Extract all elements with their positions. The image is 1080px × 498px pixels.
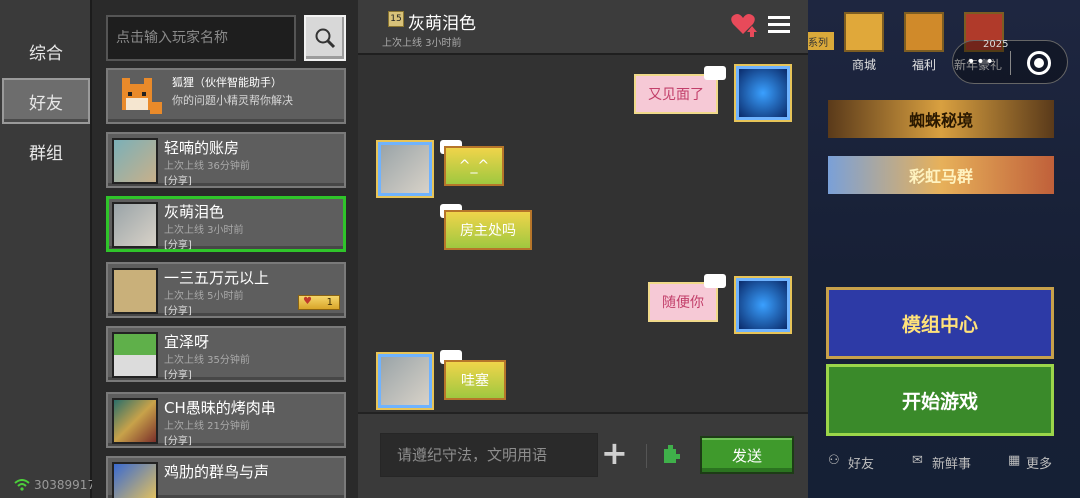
- friend-share: [分享]: [164, 370, 192, 381]
- friend-status: 上次上线 3小时前: [164, 225, 244, 236]
- send-button[interactable]: 发送: [700, 436, 794, 474]
- intimacy-button[interactable]: [730, 12, 760, 38]
- chat-input[interactable]: [381, 434, 597, 476]
- level-badge: 15: [388, 11, 404, 27]
- heart-icon: ♥: [303, 296, 312, 307]
- friend-name: 灰萌泪色: [164, 203, 225, 221]
- chat-message-incoming: 哇塞: [444, 360, 506, 400]
- friend-name: 一三五万元以上: [164, 269, 270, 287]
- search-button[interactable]: [304, 15, 346, 61]
- tab-friends[interactable]: 好友: [848, 453, 874, 472]
- category-sidebar: 综合 好友 群组 3038991785: [0, 0, 110, 498]
- friend-share: [分享]: [164, 240, 192, 251]
- friend-name: 鸡肋的群鸟与声: [164, 463, 270, 481]
- gift-icon[interactable]: [904, 12, 944, 52]
- friend-item-selected[interactable]: 灰萌泪色 上次上线 3小时前 [分享]: [106, 196, 346, 252]
- friend-item[interactable]: CH愚昧的烤肉串 上次上线 21分钟前 [分享]: [106, 392, 346, 448]
- heart-icon: [731, 14, 757, 37]
- gift-badge: ♥ 1: [298, 295, 340, 310]
- series-tag: 系列: [808, 32, 834, 50]
- nav-item-friends[interactable]: 好友: [2, 78, 90, 124]
- close-target-icon[interactable]: [1027, 51, 1051, 75]
- player-search-box: [106, 15, 296, 61]
- divider: [646, 444, 647, 468]
- friend-name: CH愚昧的烤肉串: [164, 399, 276, 417]
- start-game-button[interactable]: 开始游戏: [826, 364, 1054, 436]
- friends-tab-icon: ⚇: [828, 453, 840, 468]
- menu-button[interactable]: [768, 16, 790, 36]
- game-background-pane: 系列 商城 福利 新年豪礼 2025 ••• 蜘蛛秘境 彩虹马群 模组中心 开始…: [808, 0, 1080, 498]
- friend-status: 上次上线 36分钟前: [164, 161, 250, 172]
- chat-message-outgoing: 随便你: [648, 282, 718, 322]
- my-avatar: [736, 278, 790, 332]
- shop-icon[interactable]: [844, 12, 884, 52]
- chat-subtitle: 上次上线 3小时前: [382, 38, 462, 49]
- friend-status: 上次上线 21分钟前: [164, 421, 250, 432]
- friend-name: 轻喃的账房: [164, 139, 240, 157]
- chat-message-outgoing: 又见面了: [634, 74, 718, 114]
- chat-input-box: [380, 433, 598, 477]
- assistant-name: 狐狸（伙伴智能助手）: [172, 76, 282, 89]
- add-attachment-button[interactable]: +: [601, 437, 628, 469]
- chat-panel: 15 灰萌泪色 上次上线 3小时前 又见面了 ^_^ 房主处吗 随便你 哇塞 +…: [358, 0, 808, 498]
- nav-item-groups[interactable]: 群组: [2, 128, 90, 174]
- friend-avatar: [112, 268, 158, 314]
- more-options-icon[interactable]: •••: [967, 54, 995, 70]
- year-badge: 2025: [983, 39, 1009, 50]
- fox-avatar: [114, 74, 164, 120]
- friend-avatar: [112, 202, 158, 248]
- friend-avatar: [112, 332, 158, 378]
- puzzle-icon: [664, 445, 680, 463]
- friend-avatar: [112, 138, 158, 184]
- friends-panel: 狐狸（伙伴智能助手） 你的问题小精灵帮你解决 轻喃的账房 上次上线 36分钟前 …: [92, 0, 358, 498]
- wifi-icon: [14, 479, 30, 491]
- player-search-input[interactable]: [108, 17, 294, 59]
- nav-item-comprehensive[interactable]: 综合: [2, 28, 90, 74]
- shop-label: 商城: [852, 58, 877, 72]
- friend-share: [分享]: [164, 176, 192, 187]
- unicorn-decoration-icon: [704, 274, 726, 288]
- mod-center-button[interactable]: 模组中心: [826, 287, 1054, 359]
- friend-name: 宜泽呀: [164, 333, 210, 351]
- chat-input-bar: + 发送: [358, 412, 808, 498]
- bottom-tab-bar: ⚇ 好友 ✉ 新鲜事 ▦ 更多: [808, 445, 1080, 479]
- my-avatar: [736, 66, 790, 120]
- unicorn-decoration-icon: [704, 66, 726, 80]
- search-icon: [315, 28, 336, 49]
- friend-item[interactable]: 鸡肋的群鸟与声: [106, 456, 346, 498]
- friend-avatar: [112, 398, 158, 444]
- grid-icon: ▦: [1008, 453, 1021, 468]
- chat-message-incoming: ^_^: [444, 146, 504, 186]
- spider-realm-banner[interactable]: 蜘蛛秘境: [828, 100, 1054, 138]
- tab-news[interactable]: 新鲜事: [932, 453, 971, 472]
- chat-title: 灰萌泪色: [408, 14, 476, 34]
- friend-status: 上次上线 35分钟前: [164, 355, 250, 366]
- tab-more[interactable]: 更多: [1026, 453, 1052, 472]
- friend-item[interactable]: 一三五万元以上 上次上线 5小时前 [分享] ♥ 1: [106, 262, 346, 318]
- chat-header: 15 灰萌泪色 上次上线 3小时前: [358, 0, 808, 55]
- friend-chat-avatar: [378, 354, 432, 408]
- news-tab-icon: ✉: [912, 453, 923, 468]
- friend-avatar: [112, 462, 158, 498]
- assistant-desc: 你的问题小精灵帮你解决: [172, 94, 293, 107]
- friend-chat-avatar: [378, 142, 432, 196]
- capsule-divider: [1010, 51, 1011, 75]
- chat-message-incoming: 房主处吗: [444, 210, 532, 250]
- friend-status: 上次上线 5小时前: [164, 291, 244, 302]
- mini-program-capsule: 2025 •••: [952, 39, 1068, 84]
- friend-share: [分享]: [164, 436, 192, 447]
- friend-share: [分享]: [164, 306, 192, 317]
- welfare-label: 福利: [912, 58, 937, 72]
- rainbow-horse-banner[interactable]: 彩虹马群: [828, 156, 1054, 194]
- friend-item[interactable]: 宜泽呀 上次上线 35分钟前 [分享]: [106, 326, 346, 382]
- friend-item[interactable]: 轻喃的账房 上次上线 36分钟前 [分享]: [106, 132, 346, 188]
- assistant-entry[interactable]: 狐狸（伙伴智能助手） 你的问题小精灵帮你解决: [106, 68, 346, 124]
- puzzle-button[interactable]: [660, 443, 682, 467]
- gift-count: 1: [326, 297, 333, 308]
